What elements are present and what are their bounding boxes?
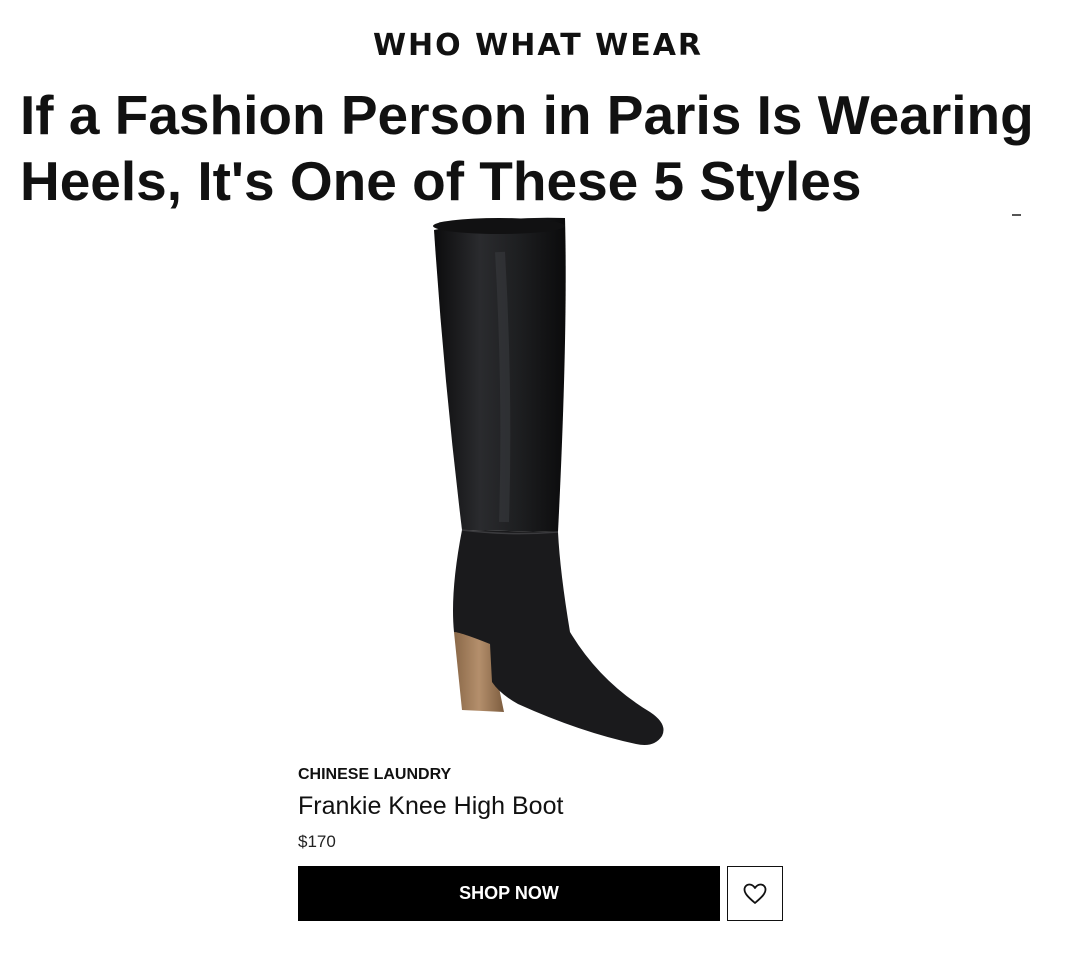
divider <box>1012 214 1021 216</box>
product-name: Frankie Knee High Boot <box>298 792 564 820</box>
boot-foot <box>453 530 664 745</box>
wishlist-button[interactable] <box>727 866 783 921</box>
headline-line-2: Heels, It's One of These 5 Styles <box>20 150 862 212</box>
site-brand[interactable]: WHO WHAT WEAR <box>0 28 1076 63</box>
heart-icon <box>743 883 767 904</box>
article-headline: If a Fashion Person in Paris Is Wearing … <box>20 82 1070 214</box>
product-brand: CHINESE LAUNDRY <box>298 766 452 783</box>
headline-line-1: If a Fashion Person in Paris Is Wearing <box>20 84 1034 146</box>
product-price: $170 <box>298 832 336 851</box>
product-image[interactable] <box>400 212 700 752</box>
shop-now-button[interactable]: SHOP NOW <box>298 866 720 921</box>
